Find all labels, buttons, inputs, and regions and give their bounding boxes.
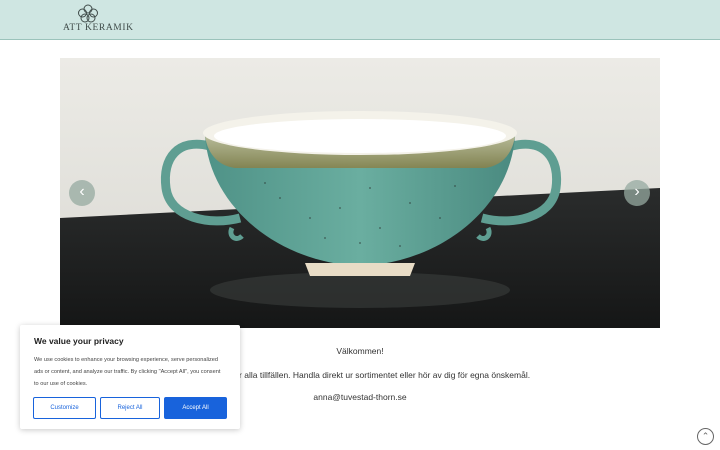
cookie-description: We use cookies to enhance your browsing … — [34, 357, 221, 387]
reject-all-button[interactable]: Reject All — [100, 397, 160, 419]
arrow-up-circle-icon: ⌃ — [701, 431, 710, 441]
chevron-right-icon: › — [634, 183, 640, 200]
site-logo[interactable]: ATT KERAMIK — [63, 4, 134, 34]
slider-next-button[interactable]: › — [624, 180, 650, 206]
cookie-title: We value your privacy — [34, 336, 124, 346]
accept-all-button[interactable]: Accept All — [164, 397, 227, 419]
hero-slider[interactable] — [60, 58, 660, 328]
cookie-consent-banner: We value your privacy We use cookies to … — [20, 325, 240, 429]
slider-prev-button[interactable]: ‹ — [69, 180, 95, 206]
logo-text: ATT KERAMIK — [63, 23, 134, 33]
customize-button[interactable]: Customize — [33, 397, 96, 419]
hero-image — [60, 58, 660, 328]
flower-icon — [78, 4, 98, 23]
scroll-to-top-button[interactable]: ⌃ — [697, 428, 714, 445]
chevron-left-icon: ‹ — [79, 183, 85, 200]
site-header: ATT KERAMIK — [0, 0, 720, 40]
